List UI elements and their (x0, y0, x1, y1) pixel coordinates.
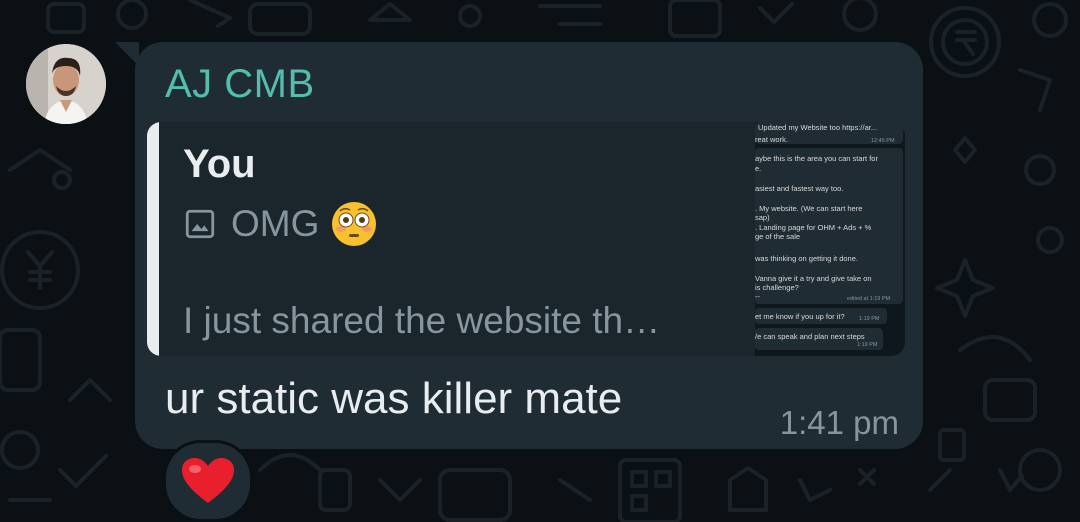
red-heart-emoji (182, 458, 234, 503)
thumb-line: sap) (755, 213, 770, 222)
thumb-line: . My website. (We can start here (755, 204, 863, 213)
message-bubble[interactable]: AJ CMB You OMG I just shared the website (115, 42, 923, 449)
quote-media-caption: OMG (183, 202, 377, 246)
thumb-line: -- (755, 292, 760, 301)
quote-thumbnail[interactable]: Updated my Website too https://ar... rea… (755, 122, 905, 356)
thumb-line: e. (755, 164, 762, 173)
thumb-line: Vanna give it a try and give take on (755, 274, 872, 283)
thumb-line: /e can speak and plan next steps (755, 332, 865, 341)
flushed-face-emoji (332, 202, 377, 246)
image-icon (185, 209, 215, 239)
quote-author: You (183, 142, 256, 186)
reaction-badge[interactable] (163, 440, 253, 522)
quoted-reply[interactable]: You OMG I just shared the website th… Up… (147, 122, 905, 356)
thumb-time: edited at 1:19 PM (847, 296, 891, 302)
thumb-time: 1:19 PM (857, 342, 878, 348)
thumb-line: reat work. (755, 135, 788, 144)
thumb-line: was thinking on getting it done. (755, 254, 858, 263)
thumb-line: is challenge? (755, 283, 799, 292)
message-time: 1:41 pm (779, 404, 899, 441)
sender-name[interactable]: AJ CMB (165, 62, 315, 107)
thumb-line: et me know if you up for it? (755, 312, 845, 321)
thumb-line: aybe this is the area you can start for (755, 154, 878, 163)
bubble-tail (115, 42, 139, 66)
message-text: ur static was killer mate (165, 374, 623, 423)
quote-text: I just shared the website th… (183, 300, 661, 341)
quote-accent-bar (147, 122, 159, 356)
thumb-header: Updated my Website too https://ar... (758, 123, 878, 132)
thumb-time: 1:19 PM (859, 316, 880, 322)
thumb-time: 12:45 PM (871, 138, 895, 144)
thumb-line: ge of the sale (755, 232, 801, 241)
thumb-line: . Landing page for OHM + Ads + % (755, 223, 872, 232)
thumb-line: asiest and fastest way too. (755, 184, 844, 193)
sender-avatar[interactable] (26, 44, 106, 124)
quote-caption: OMG (231, 203, 320, 244)
avatar-photo (26, 44, 106, 124)
